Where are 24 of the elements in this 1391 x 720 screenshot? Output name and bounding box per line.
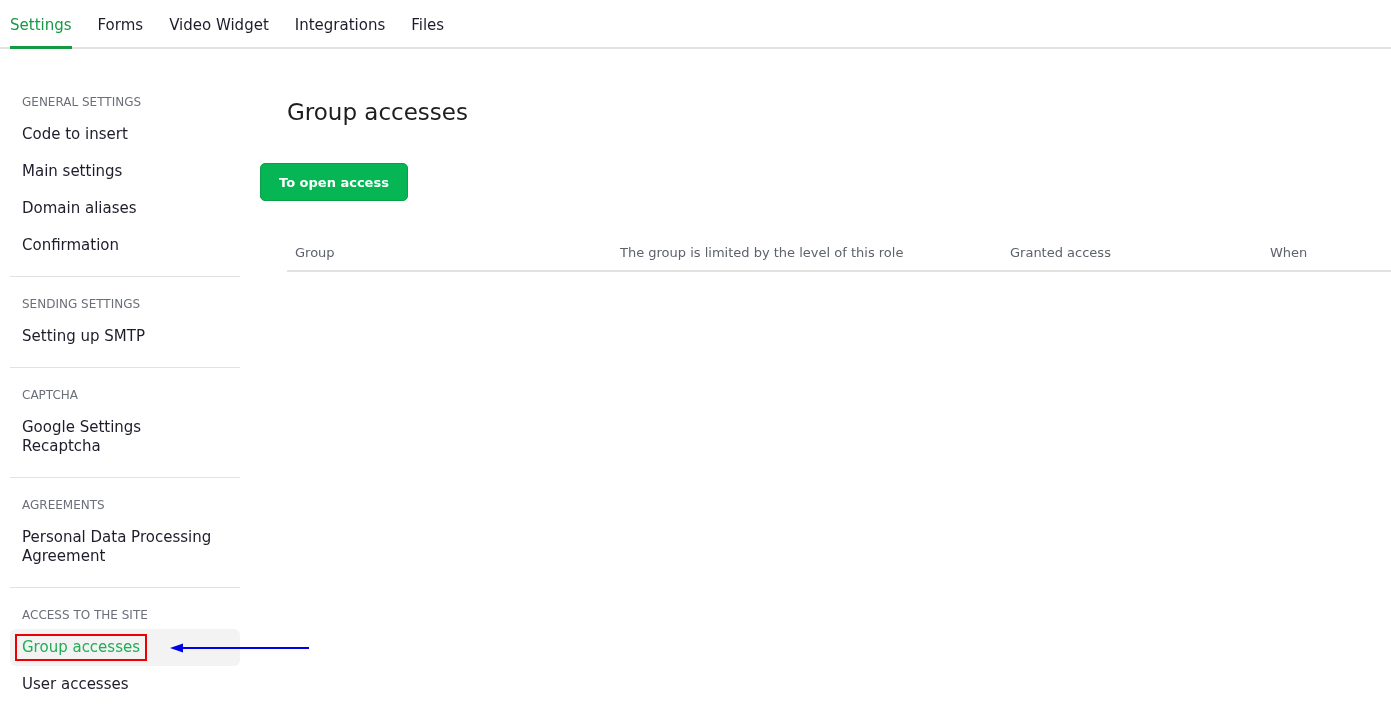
- tab[interactable]: Settings: [10, 0, 72, 49]
- section-heading: SENDING SETTINGS: [21, 296, 142, 312]
- section-heading: CAPTCHA: [21, 387, 80, 403]
- sidebar-item[interactable]: User accesses: [10, 666, 240, 703]
- sidebar-item[interactable]: Setting up SMTP: [10, 318, 240, 355]
- section-heading: GENERAL SETTINGS: [21, 94, 143, 110]
- arrow-icon: [170, 642, 310, 653]
- sidebar-item[interactable]: Main settings: [10, 153, 240, 190]
- section-heading: AGREEMENTS: [21, 497, 106, 513]
- page-title: Group accesses: [287, 98, 469, 127]
- sidebar-item[interactable]: Google Settings Recaptcha: [10, 409, 240, 465]
- column-header: When: [1270, 245, 1309, 260]
- sidebar-item[interactable]: Confirmation: [10, 227, 240, 264]
- tab[interactable]: Integrations: [294, 0, 386, 49]
- column-header: Granted access: [1010, 245, 1112, 260]
- tab[interactable]: Video Widget: [169, 0, 269, 49]
- sidebar-item[interactable]: Domain aliases: [10, 190, 240, 227]
- section-heading: ACCESS TO THE SITE: [21, 607, 149, 623]
- sidebar-item[interactable]: Code to insert: [10, 116, 240, 153]
- column-header: Group: [295, 245, 336, 260]
- tab[interactable]: Forms: [97, 0, 144, 49]
- tab[interactable]: Files: [411, 0, 445, 49]
- column-header: The group is limited by the level of this role: [620, 245, 905, 260]
- sidebar-item[interactable]: Personal Data Processing Agreement: [10, 519, 240, 575]
